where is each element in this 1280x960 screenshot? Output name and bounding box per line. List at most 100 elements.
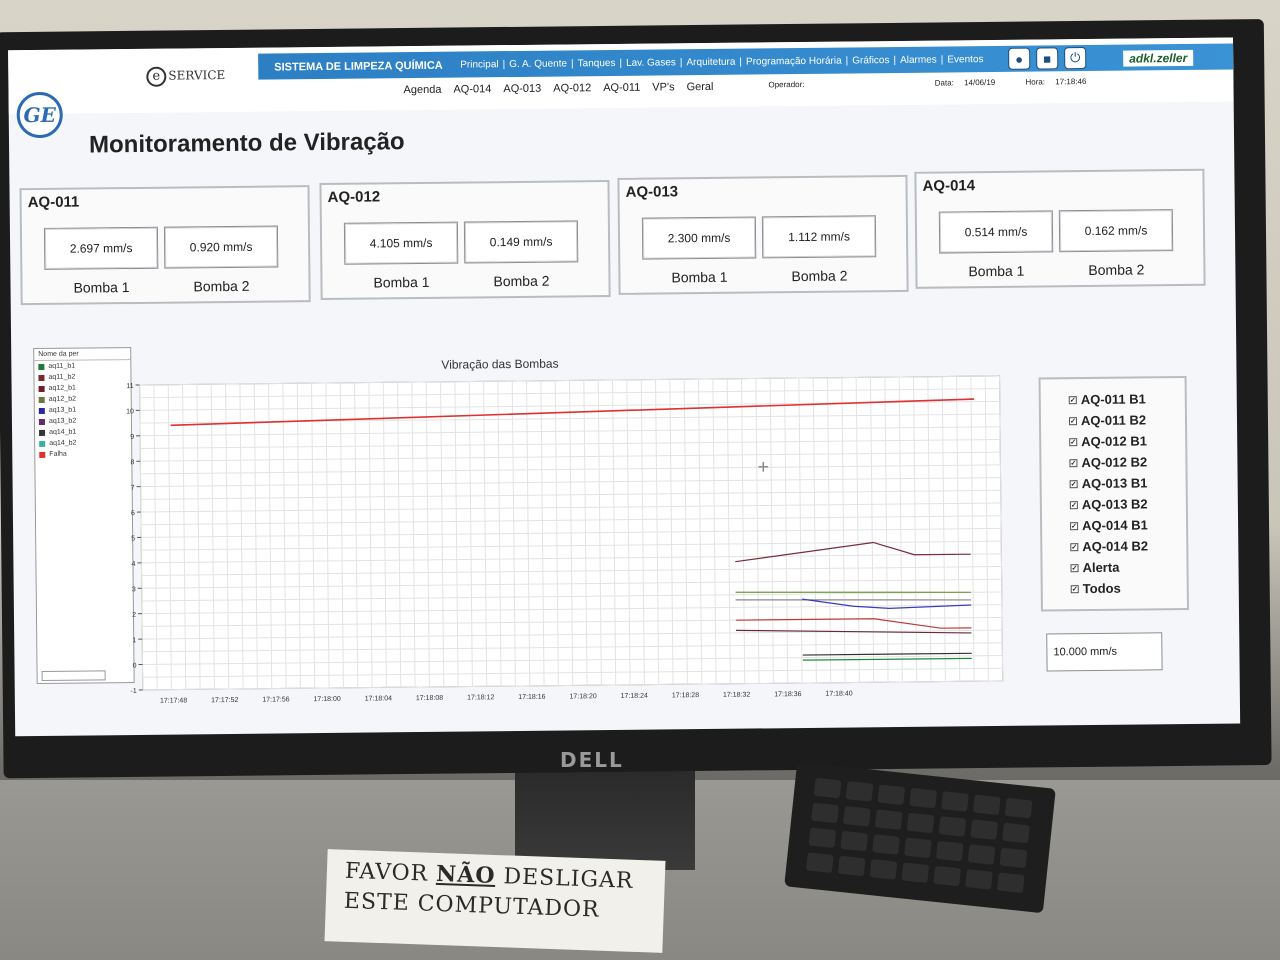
pump-group-0: AQ-011 2.697 mm/s 0.920 mm/s Bomba 1 Bomba 2	[19, 185, 311, 306]
legend-swatch	[39, 429, 46, 436]
x-tick-label: 17:18:12	[467, 694, 494, 701]
keyboard-key	[999, 847, 1028, 869]
keyboard-key	[1002, 822, 1030, 844]
x-tick-label: 17:18:40	[825, 690, 852, 697]
x-tick-label: 17:18:24	[621, 693, 648, 700]
y-tick-label: 5	[131, 535, 135, 542]
legend-swatch	[38, 385, 45, 392]
legend-label: aq12_b2	[48, 395, 77, 403]
keyboard-key	[906, 812, 935, 834]
screen: GE e SERVICE SISTEMA DE LIMPEZA QUÍMICA P…	[8, 37, 1241, 737]
series-checkbox[interactable]: ✓ AQ-012 B2	[1069, 451, 1185, 473]
x-tick-label: 17:18:04	[365, 695, 392, 702]
legend-label: aq12_b1	[48, 384, 76, 392]
y-tick-label: 0	[133, 663, 137, 670]
series-checkbox[interactable]: ✓ AQ-012 B1	[1069, 430, 1185, 452]
subnav-item-2[interactable]: AQ-013	[503, 83, 541, 95]
legend-label: Falha	[49, 450, 67, 458]
keyboard-key	[811, 802, 839, 824]
subnav-item-5[interactable]: VP's	[652, 81, 674, 93]
subnav-item-6[interactable]: Geral	[686, 81, 713, 93]
y-tick-label: 6	[131, 510, 135, 517]
group-name: AQ-011	[27, 193, 80, 212]
series-checkbox[interactable]: ✓ AQ-013 B1	[1069, 472, 1186, 494]
legend-swatch	[38, 374, 45, 381]
series-selector: ✓ AQ-011 B1 ✓ AQ-011 B2 ✓ AQ-012 B1 ✓ AQ-012 B2…	[1038, 375, 1189, 612]
keyboard-key	[901, 862, 930, 884]
series-label: AQ-013 B2	[1081, 496, 1148, 513]
y-tick-label: 8	[130, 459, 134, 466]
nav-separator: |	[502, 59, 506, 71]
operator-label: Operador:	[768, 79, 805, 90]
checkbox-icon: ✓	[1070, 584, 1079, 593]
nav-item-2[interactable]: Tanques	[578, 58, 616, 69]
y-tick-label: 3	[132, 586, 136, 593]
header-icons: ● ■ ⏻	[1008, 47, 1087, 70]
checkbox-icon: ✓	[1069, 458, 1078, 467]
legend-swatch	[38, 418, 45, 425]
system-name: SISTEMA DE LIMPEZA QUÍMICA	[274, 59, 443, 74]
bomba2-label: Bomba 2	[193, 277, 250, 295]
series-checkbox[interactable]: ✓ AQ-011 B1	[1068, 388, 1185, 410]
nav-item-5[interactable]: Programação Horária	[746, 56, 842, 68]
checkbox-icon: ✓	[1070, 563, 1079, 572]
series-label: AQ-012 B1	[1081, 433, 1148, 450]
series-checkbox[interactable]: ✓ Alerta	[1070, 556, 1186, 578]
e-icon: e	[146, 66, 167, 87]
series-checkbox[interactable]: ✓ AQ-014 B2	[1070, 535, 1186, 557]
date-value: 14/06/19	[964, 77, 996, 88]
nav-item-1[interactable]: G. A. Quente	[509, 58, 567, 70]
x-tick-label: 17:17:52	[211, 697, 238, 704]
limit-value-field[interactable]: 10.000 mm/s	[1046, 632, 1163, 672]
power-icon[interactable]: ⏻	[1064, 47, 1087, 70]
nav-item-8[interactable]: Eventos	[947, 54, 983, 65]
subnav-item-1[interactable]: AQ-014	[453, 83, 491, 95]
x-tick-label: 17:18:08	[416, 695, 443, 702]
legend-label: aq14_b1	[49, 428, 77, 436]
nav-item-7[interactable]: Alarmes	[900, 55, 937, 66]
group-name: AQ-013	[625, 183, 679, 201]
bomba2-value: 0.920 mm/s	[163, 225, 279, 269]
user-icon[interactable]: ●	[1008, 47, 1031, 70]
nav-item-4[interactable]: Arquitetura	[686, 57, 735, 69]
series-checkbox[interactable]: ✓ AQ-013 B2	[1069, 493, 1186, 515]
keyboard-key	[965, 869, 993, 890]
bomba1-label: Bomba 1	[373, 273, 430, 291]
nav-item-6[interactable]: Gráficos	[852, 55, 889, 66]
series-label: AQ-011 B1	[1080, 391, 1146, 408]
pump-group-2: AQ-013 2.300 mm/s 1.112 mm/s Bomba 1 Bomba 2	[617, 174, 909, 295]
subnav-item-4[interactable]: AQ-011	[603, 82, 640, 94]
series-checkbox[interactable]: ✓ AQ-011 B2	[1068, 409, 1185, 431]
x-tick-label: 17:18:36	[774, 691, 801, 698]
eservice-text: SERVICE	[168, 68, 226, 83]
group-name: AQ-012	[327, 188, 381, 206]
pump-group-1: AQ-012 4.105 mm/s 0.149 mm/s Bomba 1 Bomba 2	[319, 180, 611, 301]
legend-label: aq11_b1	[48, 362, 76, 370]
bomba1-value: 2.697 mm/s	[43, 226, 159, 270]
nav-item-0[interactable]: Principal	[460, 59, 498, 70]
series-checkbox[interactable]: ✓ Todos	[1070, 577, 1187, 599]
lock-icon[interactable]: ■	[1036, 47, 1059, 70]
y-tick-label: -1	[131, 688, 137, 695]
time-label: Hora:	[1025, 77, 1046, 87]
keyboard-key	[813, 777, 842, 799]
series-label: AQ-011 B2	[1080, 412, 1147, 429]
series-checkbox[interactable]: ✓ AQ-014 B1	[1070, 514, 1186, 536]
x-tick-label: 17:18:28	[672, 692, 699, 699]
legend-swatch	[38, 396, 45, 403]
keyboard-key	[904, 837, 932, 859]
monitor-brand: DELL	[560, 748, 624, 772]
legend-label: aq11_b2	[48, 373, 76, 381]
series-label: AQ-012 B2	[1081, 454, 1148, 471]
checkbox-icon: ✓	[1070, 521, 1079, 530]
keyboard-key	[909, 787, 938, 809]
subnav-item-0[interactable]: Agenda	[403, 84, 441, 96]
nav-separator: |	[739, 56, 743, 68]
note-emphasis: NÃO	[435, 860, 496, 889]
subnav-item-3[interactable]: AQ-012	[553, 82, 591, 94]
y-tick-label: 11	[126, 383, 133, 390]
nav-item-3[interactable]: Lav. Gases	[626, 57, 676, 69]
legend-label: aq13_b2	[48, 417, 77, 425]
x-tick-label: 17:18:16	[518, 694, 545, 701]
x-tick-label: 17:17:48	[160, 697, 187, 704]
